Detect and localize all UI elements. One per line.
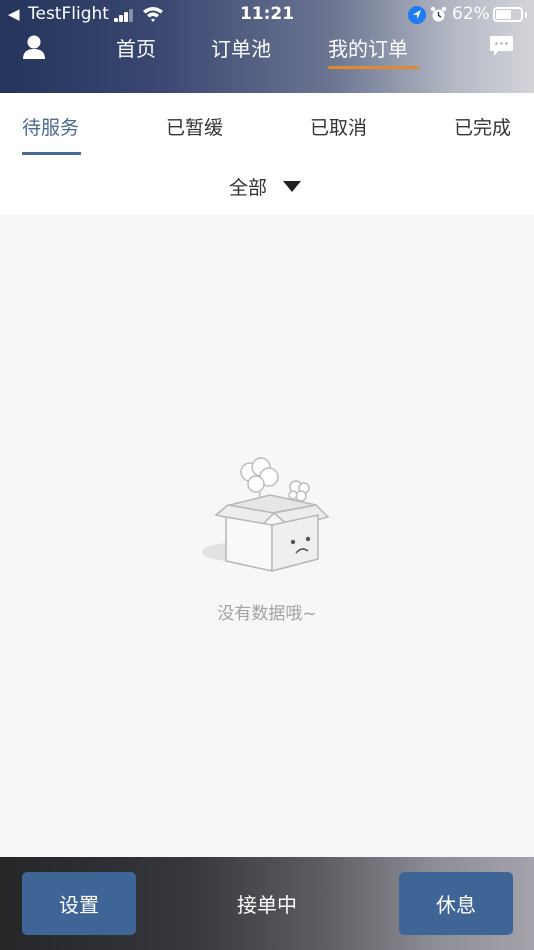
- bottom-bar: 设置 接单中 休息: [0, 857, 534, 950]
- nav-active-indicator: [328, 66, 419, 69]
- chat-icon[interactable]: [489, 35, 514, 57]
- subtab-active-indicator: [22, 152, 81, 155]
- order-status-tabs: 待服务 已暂缓 已取消 已完成: [0, 93, 534, 163]
- battery-percent: 62%: [452, 4, 490, 24]
- status-bar: ◀ TestFlight 11:21 62%: [0, 0, 534, 30]
- empty-message: 没有数据哦~: [217, 604, 317, 624]
- battery-tip: [525, 12, 527, 18]
- filter-row: 全部: [0, 163, 534, 215]
- location-icon: [408, 6, 426, 24]
- tab-pending-service[interactable]: 待服务: [22, 113, 79, 140]
- tab-cancelled[interactable]: 已取消: [310, 113, 367, 140]
- caret-down-icon: [283, 180, 302, 192]
- empty-box-icon: [202, 457, 330, 572]
- filter-selected-label: 全部: [229, 176, 268, 199]
- alarm-icon: [430, 6, 447, 22]
- nav-tab-order-pool[interactable]: 订单池: [211, 33, 271, 62]
- user-icon[interactable]: [22, 34, 46, 60]
- filter-dropdown[interactable]: 全部: [229, 173, 302, 199]
- nav-tab-home[interactable]: 首页: [116, 33, 156, 62]
- nav-tab-my-orders[interactable]: 我的订单: [328, 33, 408, 62]
- battery-icon: [493, 7, 523, 22]
- app-header: ◀ TestFlight 11:21 62% 首页 订单池 我的订单: [0, 0, 534, 93]
- rest-button[interactable]: 休息: [399, 872, 513, 935]
- top-nav: 首页 订单池 我的订单: [0, 30, 534, 93]
- tab-completed[interactable]: 已完成: [454, 113, 511, 140]
- tab-paused[interactable]: 已暂缓: [166, 113, 223, 140]
